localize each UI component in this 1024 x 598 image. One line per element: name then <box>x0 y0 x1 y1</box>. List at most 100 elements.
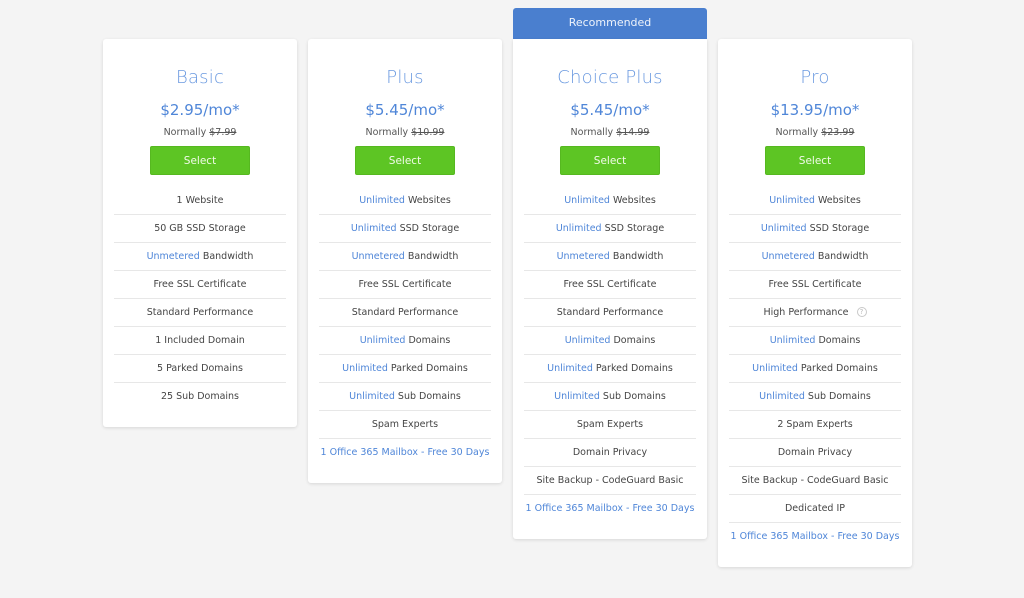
feature-highlight: Unlimited <box>349 391 395 402</box>
select-button-basic[interactable]: Select <box>150 146 250 175</box>
feature-text: Sub Domains <box>599 391 666 402</box>
feature-text: Site Backup - CodeGuard Basic <box>536 475 684 486</box>
normally-label: Normally <box>365 127 409 138</box>
feature-highlight: Unlimited <box>554 391 600 402</box>
plan-price: $5.45/mo* <box>365 101 445 119</box>
original-price: $7.99 <box>209 127 237 138</box>
feature-item: Spam Experts <box>524 411 696 439</box>
feature-text: Free SSL Certificate <box>768 279 862 290</box>
feature-highlight: Unlimited <box>350 223 397 234</box>
office365-mailbox-link[interactable]: 1 Office 365 Mailbox - Free 30 Days <box>731 531 900 542</box>
feature-item: Unmetered Bandwidth <box>524 243 696 271</box>
feature-text: Sub Domains <box>394 391 461 402</box>
feature-text: 1 Included Domain <box>155 335 245 346</box>
select-button-pro[interactable]: Select <box>765 146 865 175</box>
normal-price: Normally $7.99 <box>103 126 297 140</box>
feature-highlight: Unlimited <box>547 363 593 374</box>
original-price: $23.99 <box>821 127 855 138</box>
feature-item: 50 GB SSD Storage <box>114 215 286 243</box>
plan-card-pro: Pro $13.95/mo* Normally $23.99 Select Un… <box>718 39 912 567</box>
feature-item: Unmetered Bandwidth <box>319 243 491 271</box>
feature-item: 25 Sub Domains <box>114 383 286 411</box>
feature-item: Standard Performance <box>114 299 286 327</box>
feature-text: Sub Domains <box>804 391 871 402</box>
original-price: $14.99 <box>616 127 650 138</box>
feature-item: Free SSL Certificate <box>524 271 696 299</box>
feature-text: Domains <box>405 335 451 346</box>
feature-highlight: Unlimited <box>769 335 816 346</box>
feature-highlight: Unlimited <box>760 223 807 234</box>
plan-name: Choice Plus <box>557 67 663 88</box>
feature-item: Site Backup - CodeGuard Basic <box>729 467 901 495</box>
feature-list: Unlimited Websites Unlimited SSD Storage U… <box>524 187 696 523</box>
feature-text: Bandwidth <box>609 251 664 262</box>
plan-name: Pro <box>800 67 830 88</box>
feature-item: Unmetered Bandwidth <box>114 243 286 271</box>
plan-card-plus: Plus $5.45/mo* Normally $10.99 Select Un… <box>308 39 502 483</box>
normally-label: Normally <box>163 127 207 138</box>
help-icon[interactable]: ? <box>856 306 867 317</box>
normally-label: Normally <box>570 127 614 138</box>
feature-item: High Performance? <box>729 299 901 327</box>
feature-text: Parked Domains <box>797 363 878 374</box>
normal-price: Normally $23.99 <box>718 126 912 140</box>
feature-text: Bandwidth <box>404 251 459 262</box>
original-price: $10.99 <box>411 127 445 138</box>
normally-label: Normally <box>775 127 819 138</box>
feature-text: 2 Spam Experts <box>777 419 853 430</box>
plan-price: $13.95/mo* <box>770 101 860 119</box>
feature-highlight: Unmetered <box>761 251 815 262</box>
feature-highlight: Unmetered <box>351 251 405 262</box>
feature-text: Domain Privacy <box>572 447 648 458</box>
feature-item: Free SSL Certificate <box>729 271 901 299</box>
feature-item: Standard Performance <box>524 299 696 327</box>
plan-price: $5.45/mo* <box>570 101 650 119</box>
feature-item: Unlimited SSD Storage <box>524 215 696 243</box>
feature-text: Websites <box>814 195 861 206</box>
feature-item: Spam Experts <box>319 411 491 439</box>
feature-text: Spam Experts <box>371 419 439 430</box>
feature-text: SSD Storage <box>806 223 870 234</box>
feature-text: SSD Storage <box>396 223 460 234</box>
select-button-choice-plus[interactable]: Select <box>560 146 660 175</box>
plan-price: $2.95/mo* <box>160 101 240 119</box>
office365-mailbox-link[interactable]: 1 Office 365 Mailbox - Free 30 Days <box>526 503 695 514</box>
feature-highlight: Unlimited <box>759 391 805 402</box>
feature-item: Dedicated IP <box>729 495 901 523</box>
feature-highlight: Unmetered <box>556 251 610 262</box>
normal-price: Normally $14.99 <box>513 126 707 140</box>
feature-item: Free SSL Certificate <box>319 271 491 299</box>
feature-item: Unlimited Websites <box>729 187 901 215</box>
feature-item: 5 Parked Domains <box>114 355 286 383</box>
feature-item: Unlimited Sub Domains <box>524 383 696 411</box>
office365-mailbox-link[interactable]: 1 Office 365 Mailbox - Free 30 Days <box>321 447 490 458</box>
feature-text: Bandwidth <box>199 251 254 262</box>
normal-price: Normally $10.99 <box>308 126 502 140</box>
feature-item: Unlimited Websites <box>524 187 696 215</box>
feature-highlight: Unlimited <box>564 195 610 206</box>
feature-item: 1 Office 365 Mailbox - Free 30 Days <box>524 495 696 523</box>
feature-text: 50 GB SSD Storage <box>154 223 246 234</box>
plan-card-choice-plus: Choice Plus $5.45/mo* Normally $14.99 Se… <box>513 39 707 539</box>
feature-text: 25 Sub Domains <box>160 391 240 402</box>
feature-text: Dedicated IP <box>784 503 846 514</box>
plan-name: Basic <box>175 67 225 88</box>
feature-item: Domain Privacy <box>524 439 696 467</box>
feature-text: SSD Storage <box>601 223 665 234</box>
feature-list: Unlimited Websites Unlimited SSD Storage U… <box>319 187 491 467</box>
feature-highlight: Unlimited <box>342 363 388 374</box>
feature-text: Domains <box>610 335 656 346</box>
feature-item: Unlimited SSD Storage <box>319 215 491 243</box>
feature-list: Unlimited Websites Unlimited SSD Storage U… <box>729 187 901 551</box>
feature-text: Parked Domains <box>592 363 673 374</box>
feature-text: Spam Experts <box>576 419 644 430</box>
feature-item: 1 Included Domain <box>114 327 286 355</box>
feature-item: Unlimited SSD Storage <box>729 215 901 243</box>
feature-item: 1 Website <box>114 187 286 215</box>
feature-highlight: Unlimited <box>769 195 815 206</box>
select-button-plus[interactable]: Select <box>355 146 455 175</box>
feature-text: Free SSL Certificate <box>358 279 452 290</box>
feature-text: Standard Performance <box>146 307 254 318</box>
recommended-banner: Recommended <box>513 8 707 39</box>
feature-text: Site Backup - CodeGuard Basic <box>741 475 889 486</box>
